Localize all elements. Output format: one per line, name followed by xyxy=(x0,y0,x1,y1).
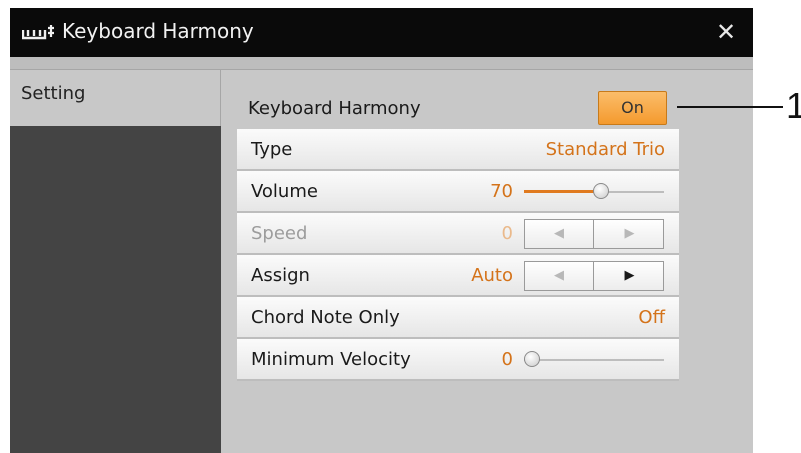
speed-decrease-button: ◀ xyxy=(525,220,594,248)
assign-value: Auto xyxy=(471,265,513,286)
minimum-velocity-value: 0 xyxy=(501,349,513,370)
type-value[interactable]: Standard Trio xyxy=(546,139,665,160)
speed-value: 0 xyxy=(501,223,513,244)
title-bar: Keyboard Harmony ✕ xyxy=(10,8,753,57)
minimum-velocity-slider-knob[interactable] xyxy=(524,351,540,367)
callout-line xyxy=(677,106,783,108)
row-minimum-velocity[interactable]: Minimum Velocity 0 xyxy=(237,339,679,381)
close-button[interactable]: ✕ xyxy=(713,18,739,46)
speed-stepper: ◀ ▶ xyxy=(524,219,664,249)
row-chord-note-only[interactable]: Chord Note Only Off xyxy=(237,297,679,339)
sidebar: Setting xyxy=(10,57,221,453)
assign-increase-button[interactable]: ▶ xyxy=(595,262,664,290)
speed-increase-button: ▶ xyxy=(595,220,664,248)
window-title: Keyboard Harmony xyxy=(62,19,254,43)
callout-number: 1 xyxy=(786,85,801,126)
row-assign[interactable]: Assign Auto ◀ ▶ xyxy=(237,255,679,297)
left-arrow-icon: ◀ xyxy=(554,226,564,241)
close-icon: ✕ xyxy=(715,18,737,46)
minimum-velocity-label: Minimum Velocity xyxy=(251,349,411,370)
minimum-velocity-slider-track[interactable] xyxy=(524,359,664,361)
chord-note-only-label: Chord Note Only xyxy=(251,307,400,328)
volume-label: Volume xyxy=(251,181,318,202)
tab-setting-label: Setting xyxy=(21,83,86,104)
sidebar-empty-area xyxy=(10,126,221,453)
assign-label: Assign xyxy=(251,265,310,286)
right-arrow-icon: ▶ xyxy=(624,268,635,283)
volume-value: 70 xyxy=(490,181,513,202)
type-label: Type xyxy=(251,139,293,160)
assign-decrease-button[interactable]: ◀ xyxy=(525,262,594,290)
row-type[interactable]: Type Standard Trio xyxy=(237,129,679,171)
chord-note-only-value[interactable]: Off xyxy=(638,307,665,328)
row-speed: Speed 0 ◀ ▶ xyxy=(237,213,679,255)
left-arrow-icon: ◀ xyxy=(554,268,564,283)
volume-slider-knob[interactable] xyxy=(593,183,609,199)
tab-setting[interactable]: Setting xyxy=(10,69,221,126)
right-arrow-icon: ▶ xyxy=(624,226,635,241)
row-volume[interactable]: Volume 70 xyxy=(237,171,679,213)
parameter-list: Type Standard Trio Volume 70 Speed 0 ◀ ▶… xyxy=(237,129,679,381)
speed-label: Speed xyxy=(251,223,308,244)
keyboard-harmony-icon xyxy=(22,25,54,40)
volume-slider-fill xyxy=(524,190,601,193)
assign-stepper[interactable]: ◀ ▶ xyxy=(524,261,664,291)
keyboard-harmony-label: Keyboard Harmony xyxy=(248,98,421,119)
keyboard-harmony-on-button[interactable]: On xyxy=(598,91,667,125)
